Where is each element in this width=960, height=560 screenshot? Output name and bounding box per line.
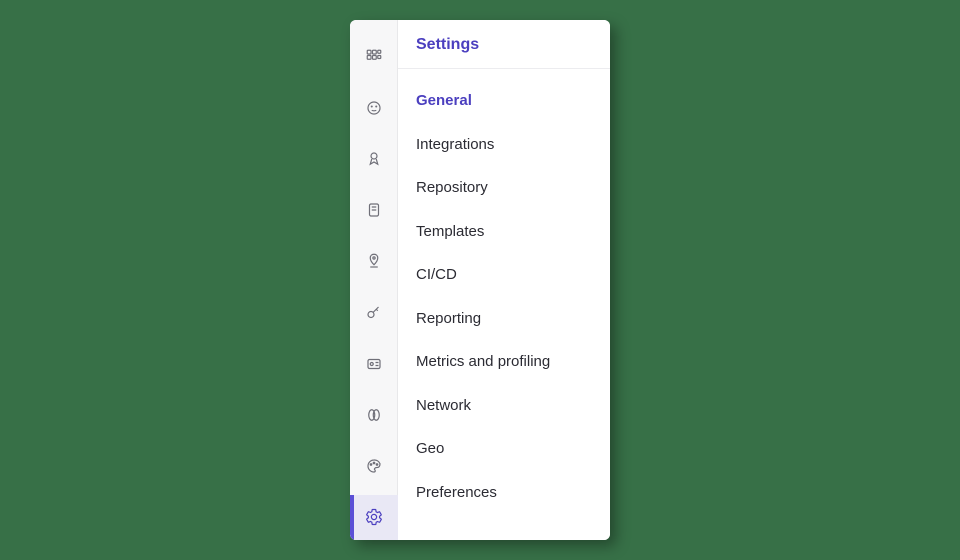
flyout-item-reporting[interactable]: Reporting	[398, 297, 610, 341]
award-icon	[365, 150, 383, 168]
face-icon	[365, 99, 383, 117]
iconbar-item-palette[interactable]	[350, 444, 398, 489]
iconbar-item-face[interactable]	[350, 85, 398, 130]
flyout-item-repository[interactable]: Repository	[398, 166, 610, 210]
key-icon	[365, 304, 383, 322]
iconbar-item-tokens[interactable]	[350, 392, 398, 437]
gear-icon	[365, 508, 383, 526]
iconbar-item-apps[interactable]	[350, 34, 398, 79]
flyout-item-templates[interactable]: Templates	[398, 210, 610, 254]
iconbar-item-book[interactable]	[350, 188, 398, 233]
apps-icon	[365, 48, 383, 66]
flyout-item-geo[interactable]: Geo	[398, 427, 610, 471]
settings-popover: Settings General Integrations Repository…	[350, 20, 610, 540]
iconbar-item-key[interactable]	[350, 290, 398, 335]
tokens-icon	[365, 406, 383, 424]
flyout-item-cicd[interactable]: CI/CD	[398, 253, 610, 297]
flyout-title: Settings	[398, 20, 610, 69]
flyout-list: General Integrations Repository Template…	[398, 69, 610, 530]
flyout-item-integrations[interactable]: Integrations	[398, 123, 610, 167]
flyout-item-network[interactable]: Network	[398, 384, 610, 428]
book-icon	[365, 201, 383, 219]
pin-icon	[365, 252, 383, 270]
flyout-item-metrics[interactable]: Metrics and profiling	[398, 340, 610, 384]
iconbar-item-settings[interactable]	[350, 495, 398, 540]
iconbar-item-pin[interactable]	[350, 239, 398, 284]
iconbar-item-award[interactable]	[350, 136, 398, 181]
flyout-item-preferences[interactable]: Preferences	[398, 471, 610, 515]
id-card-icon	[365, 355, 383, 373]
palette-icon	[365, 457, 383, 475]
admin-iconbar	[350, 20, 398, 540]
settings-flyout: Settings General Integrations Repository…	[398, 20, 610, 540]
iconbar-item-id[interactable]	[350, 341, 398, 386]
flyout-item-general[interactable]: General	[398, 79, 610, 123]
